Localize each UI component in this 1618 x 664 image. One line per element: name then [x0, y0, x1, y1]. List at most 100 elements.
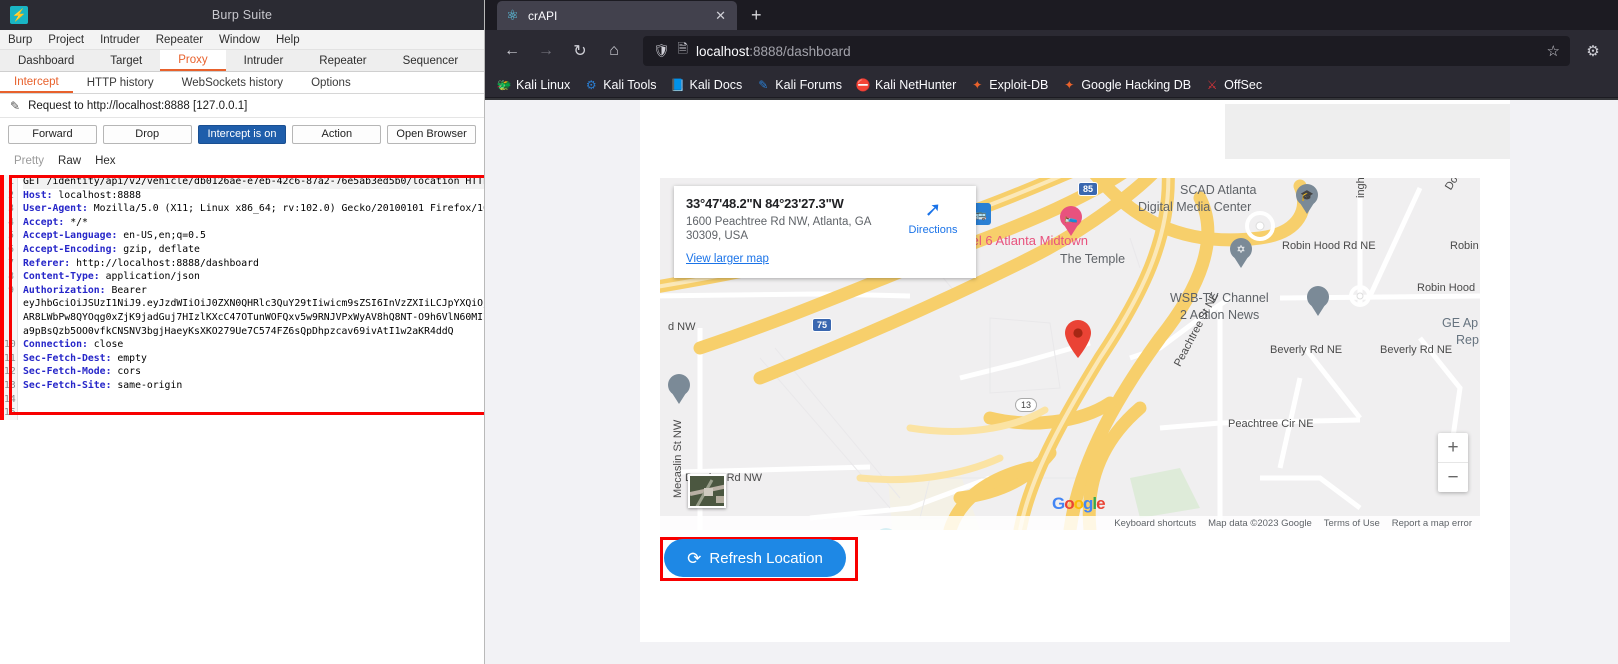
browser-tab-strip: ⚛ crAPI ✕ +	[485, 0, 1618, 30]
request-line: GET /identity/api/v2/vehicle/db0126ae-e7…	[23, 175, 484, 189]
request-line: User-Agent: Mozilla/5.0 (X11; Linux x86_…	[23, 203, 484, 215]
menu-item-burp[interactable]: Burp	[8, 34, 32, 46]
view-larger-map-link[interactable]: View larger map	[686, 253, 902, 265]
request-line: a9pBsQzb5OO0vfkCNSNV3bgjHaeyKsXKO279Ue7C…	[23, 325, 454, 337]
drop-button[interactable]: Drop	[102, 124, 192, 144]
line-number: 4	[8, 216, 14, 228]
tab-target[interactable]: Target	[92, 50, 161, 71]
bookmark-label: Exploit-DB	[989, 77, 1049, 92]
view-tab-raw[interactable]: Raw	[58, 155, 95, 167]
map-data-text: Map data ©2023 Google	[1208, 517, 1312, 529]
menu-item-window[interactable]: Window	[219, 34, 260, 46]
subtab-options[interactable]: Options	[297, 72, 365, 93]
bookmark-offsec[interactable]: ⚔ OffSec	[1205, 78, 1262, 92]
directions-arrow-icon: ➚	[924, 199, 942, 221]
bookmarks-bar: 🐲 Kali Linux ⚙ Kali Tools 📘 Kali Docs ✎ …	[485, 72, 1618, 98]
bookmark-label: Kali Forums	[775, 77, 842, 92]
line-number-gutter: 1 2 3 4 5 6 7 8 9 10 11 12 13 14 15	[0, 175, 18, 420]
kali-forums-icon: ✎	[758, 77, 769, 92]
burp-menu-bar: Burp Project Intruder Repeater Window He…	[0, 30, 484, 50]
location-pin-icon[interactable]	[1065, 320, 1091, 358]
zoom-in-button[interactable]: +	[1438, 433, 1468, 462]
request-editor[interactable]: 1 2 3 4 5 6 7 8 9 10 11 12 13 14 15 GET /identity/api/…	[0, 175, 484, 420]
intercept-toggle-button[interactable]: Intercept is on	[197, 124, 287, 144]
bookmark-kali-docs[interactable]: 📘 Kali Docs	[670, 78, 742, 92]
extension-icon[interactable]: ⚙	[1580, 42, 1606, 60]
hotel-pin-icon[interactable]: 🛌	[1060, 206, 1082, 236]
request-line: Sec-Fetch-Mode: cors	[23, 366, 141, 378]
url-address-bar[interactable]: 🛡 🗎 localhost:8888/dashboard ☆	[643, 36, 1570, 66]
browser-tab-crapi[interactable]: ⚛ crAPI ✕	[497, 1, 737, 30]
pencil-icon: ✎	[10, 98, 21, 113]
report-map-error-link[interactable]: Report a map error	[1392, 518, 1472, 529]
request-raw-text[interactable]: GET /identity/api/v2/vehicle/db0126ae-e7…	[18, 175, 484, 420]
synagogue-pin-icon[interactable]: ✡	[1230, 238, 1252, 268]
map-attribution-bar: Keyboard shortcuts Map data ©2023 Google…	[660, 516, 1480, 530]
request-line: Accept-Language: en-US,en;q=0.5	[23, 230, 206, 242]
action-button[interactable]: Action	[292, 124, 382, 144]
keyboard-shortcuts-link[interactable]: Keyboard shortcuts	[1114, 518, 1196, 529]
bookmark-exploit-db[interactable]: ✦ Exploit-DB	[970, 78, 1048, 92]
bookmark-google-hacking-db[interactable]: ✦ Google Hacking DB	[1062, 78, 1191, 92]
burp-proxy-subtabs: Intercept HTTP history WebSockets histor…	[0, 72, 484, 94]
view-tab-hex[interactable]: Hex	[95, 155, 129, 167]
refresh-location-wrapper: ⟳ Refresh Location	[660, 537, 858, 581]
react-atom-icon: ⚛	[506, 7, 519, 23]
tab-dashboard[interactable]: Dashboard	[0, 50, 93, 71]
google-logo: Google	[1052, 494, 1106, 513]
home-icon[interactable]: ⌂	[599, 36, 629, 66]
view-tab-pretty[interactable]: Pretty	[14, 155, 58, 167]
subtab-intercept[interactable]: Intercept	[0, 72, 73, 93]
tv-station-pin-icon[interactable]	[1307, 286, 1329, 316]
tab-intruder[interactable]: Intruder	[225, 50, 302, 71]
open-browser-button[interactable]: Open Browser	[387, 124, 476, 144]
bookmark-kali-tools[interactable]: ⚙ Kali Tools	[584, 78, 657, 92]
offsec-icon: ⚔	[1206, 77, 1218, 92]
directions-button[interactable]: ➚ Directions	[902, 196, 964, 268]
subtab-http-history[interactable]: HTTP history	[73, 72, 168, 93]
bookmark-kali-nethunter[interactable]: ⛔ Kali NetHunter	[856, 78, 957, 92]
terms-of-use-link[interactable]: Terms of Use	[1324, 518, 1380, 529]
tab-repeater[interactable]: Repeater	[301, 50, 385, 71]
forward-button[interactable]: Forward	[8, 124, 97, 144]
menu-item-repeater[interactable]: Repeater	[156, 34, 203, 46]
request-line: Sec-Fetch-Dest: empty	[23, 352, 147, 364]
school-pin-icon[interactable]: 🎓	[1296, 184, 1318, 214]
google-hacking-db-icon: ✦	[1064, 77, 1075, 92]
tab-sequencer[interactable]: Sequencer	[384, 50, 477, 71]
menu-item-help[interactable]: Help	[276, 34, 300, 46]
plus-icon[interactable]: +	[751, 5, 762, 26]
request-line: eyJhbGciOiJSUzI1NiJ9.eyJzdWIiOiJ0ZXN0QHR…	[23, 298, 484, 310]
arrow-right-icon[interactable]: →	[531, 36, 561, 66]
menu-item-intruder[interactable]: Intruder	[100, 34, 140, 46]
request-line: Sec-Fetch-Site: same-origin	[23, 379, 183, 391]
arrow-left-icon[interactable]: ←	[497, 36, 527, 66]
menu-item-project[interactable]: Project	[48, 34, 84, 46]
reload-icon[interactable]: ↻	[565, 36, 595, 66]
request-line	[23, 406, 484, 420]
bookmark-label: Kali Docs	[689, 77, 743, 92]
google-map[interactable]: 85 75 13 75 🛌 🎓 ✡	[660, 178, 1480, 530]
burp-title-bar: ⚡ Burp Suite	[0, 0, 484, 30]
line-number: 13	[4, 379, 16, 391]
refresh-location-button[interactable]: ⟳ Refresh Location	[664, 539, 846, 577]
burp-window-title: Burp Suite	[211, 8, 273, 22]
info-card-content: 33°47'48.2"N 84°23'27.3"W 1600 Peachtree…	[686, 196, 902, 268]
line-number: 6	[8, 243, 14, 255]
zoom-out-button[interactable]: −	[1438, 463, 1468, 492]
satellite-view-thumbnail[interactable]	[688, 474, 726, 508]
subtab-websockets-history[interactable]: WebSockets history	[168, 72, 297, 93]
close-icon[interactable]: ✕	[712, 8, 729, 24]
tab-decoder[interactable]: Decoder	[476, 50, 484, 71]
bookmark-kali-forums[interactable]: ✎ Kali Forums	[756, 78, 842, 92]
page-content: 85 75 13 75 🛌 🎓 ✡	[485, 100, 1618, 664]
bookmark-kali-linux[interactable]: 🐲 Kali Linux	[497, 78, 571, 92]
kali-docs-icon: 📘	[670, 77, 685, 92]
line-number: 1	[8, 176, 14, 187]
star-icon[interactable]: ☆	[1547, 42, 1560, 60]
request-line: Authorization: Bearer	[23, 284, 147, 296]
tab-proxy[interactable]: Proxy	[160, 50, 226, 71]
generic-pin-icon[interactable]	[668, 374, 690, 404]
request-target-bar: ✎ Request to http://localhost:8888 [127.…	[0, 94, 484, 118]
request-line: Referer: http://localhost:8888/dashboard	[23, 257, 259, 269]
